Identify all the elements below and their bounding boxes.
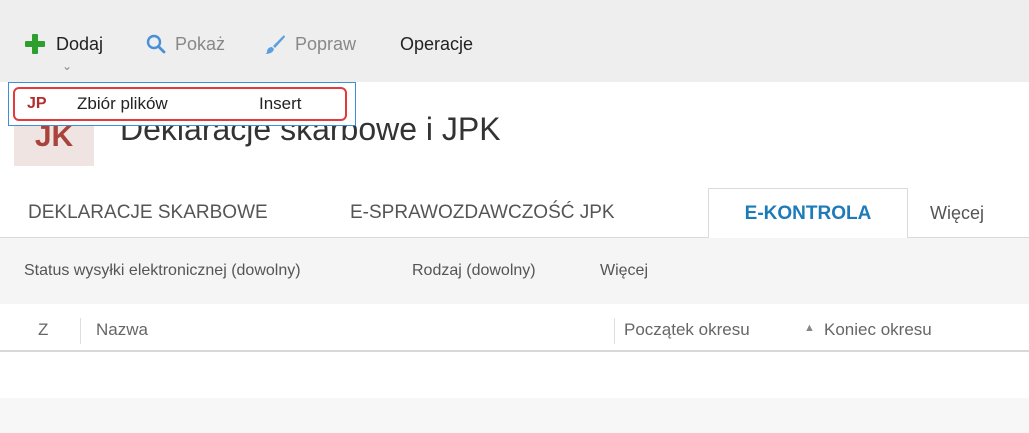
plus-icon (24, 33, 46, 55)
fix-button[interactable]: Popraw (264, 30, 356, 58)
column-header-period-start[interactable]: Początek okresu (624, 320, 750, 340)
search-icon (146, 34, 166, 54)
sort-ascending-icon: ▲ (804, 322, 815, 334)
add-label: Dodaj (56, 33, 104, 54)
filter-bar: Status wysyłki elektronicznej (dowolny) … (0, 238, 1029, 304)
column-header-z[interactable]: Z (38, 320, 48, 340)
jp-icon: JP (27, 95, 47, 112)
tab-bar: DEKLARACJE SKARBOWE E-SPRAWOZDAWCZOŚĆ JP… (0, 188, 1029, 239)
tab-e-reporting-jpk[interactable]: E-SPRAWOZDAWCZOŚĆ JPK (350, 188, 615, 238)
column-header-period-end[interactable]: Koniec okresu (824, 320, 932, 340)
operations-label: Operacje (400, 33, 474, 54)
add-dropdown-menu: JP Zbiór plików Insert (8, 82, 356, 126)
add-button[interactable]: Dodaj ⌄ (24, 30, 104, 72)
show-label: Pokaż (175, 33, 226, 54)
toolbar: Dodaj ⌄ Pokaż Popraw Operacje (0, 0, 1029, 82)
grid-header: Z Nazwa Początek okresu ▲ Koniec okresu (0, 308, 1029, 352)
brush-icon (265, 35, 285, 54)
column-divider (614, 318, 615, 344)
column-divider (80, 318, 81, 344)
filter-more[interactable]: Więcej (600, 262, 648, 280)
fix-label: Popraw (295, 33, 357, 54)
tab-more[interactable]: Więcej (930, 188, 984, 238)
tab-tax-declarations[interactable]: DEKLARACJE SKARBOWE (28, 188, 268, 238)
filter-status[interactable]: Status wysyłki elektronicznej (dowolny) (24, 262, 301, 280)
show-button[interactable]: Pokaż (146, 30, 225, 58)
empty-row (0, 398, 1029, 433)
module-icon-text: JK (34, 120, 74, 153)
menu-item-label: Zbiór plików (77, 94, 168, 113)
menu-item-shortcut: Insert (259, 94, 302, 113)
operations-button[interactable]: Operacje (400, 30, 473, 58)
chevron-down-icon[interactable]: ⌄ (62, 60, 72, 72)
column-header-name[interactable]: Nazwa (96, 320, 148, 340)
tab-e-control[interactable]: E-KONTROLA (708, 188, 908, 239)
filter-type[interactable]: Rodzaj (dowolny) (412, 262, 536, 280)
menu-item-file-set[interactable]: JP Zbiór plików Insert (13, 87, 347, 121)
